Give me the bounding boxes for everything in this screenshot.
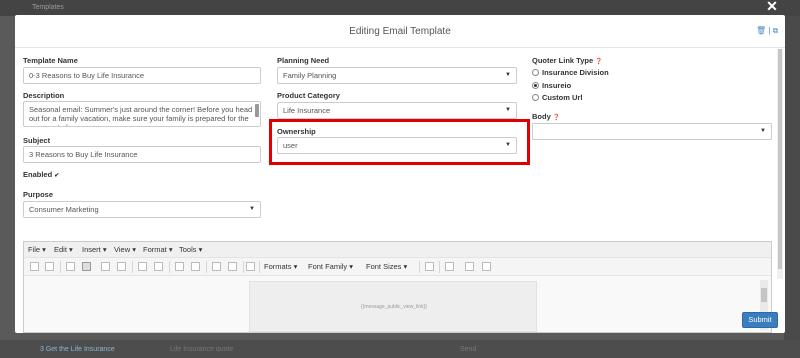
toolbar-separator: [169, 261, 170, 273]
radio-insureio[interactable]: Insureio: [532, 81, 571, 90]
font-sizes-dropdown[interactable]: Font Sizes ▾: [366, 262, 407, 271]
body-label-text: Body: [532, 112, 551, 121]
body-select[interactable]: ▼: [532, 123, 772, 140]
bold-icon[interactable]: [66, 262, 75, 271]
editor-content-area[interactable]: {{message_public_view_link}}: [249, 281, 537, 332]
subject-input[interactable]: 3 Reasons to Buy Life Insurance: [23, 146, 261, 163]
background-list-text: Life Insurance quote: [170, 346, 234, 353]
template-name-label: Template Name: [23, 56, 78, 65]
menu-insert[interactable]: Insert ▾: [82, 245, 107, 254]
code-icon[interactable]: [482, 262, 491, 271]
template-name-input[interactable]: 0-3 Reasons to Buy Life Insurance: [23, 67, 261, 84]
planning-need-label: Planning Need: [277, 56, 330, 65]
purpose-label: Purpose: [23, 190, 54, 199]
planning-need-select[interactable]: Family Planning ▼: [277, 67, 517, 84]
align-right-icon[interactable]: [138, 262, 147, 271]
modal-header: Editing Email Template 🗑 | ⧉: [15, 15, 785, 48]
toolbar-separator: [439, 261, 440, 273]
product-category-label: Product Category: [277, 91, 340, 100]
align-center-icon[interactable]: [117, 262, 126, 271]
quoter-link-type-text: Quoter Link Type: [532, 56, 594, 65]
text-color-icon[interactable]: [425, 262, 434, 271]
help-icon[interactable]: ❓: [595, 59, 602, 65]
radio-icon: [532, 69, 539, 76]
toolbar-separator: [206, 261, 207, 273]
link-icon[interactable]: [246, 262, 255, 271]
align-left-icon[interactable]: [101, 262, 110, 271]
table-icon[interactable]: [465, 262, 474, 271]
toolbar-separator: [419, 261, 420, 273]
purpose-select[interactable]: Consumer Marketing ▼: [23, 201, 261, 218]
image-icon[interactable]: [445, 262, 454, 271]
modal-scrollbar-thumb[interactable]: [778, 49, 782, 269]
background-right-panel: [784, 16, 800, 340]
radio-icon: [532, 94, 539, 101]
radio-insurance-division[interactable]: Insurance Division: [532, 68, 609, 77]
editor-menubar: File ▾ Edit ▾ Insert ▾ View ▾ Format ▾ T…: [24, 242, 771, 258]
caret-down-icon: ▼: [505, 107, 511, 113]
radio-custom-url[interactable]: Custom Url: [532, 93, 582, 102]
description-text: Seasonal email: Summer's just around the…: [29, 105, 253, 126]
close-icon[interactable]: ✕: [762, 0, 782, 14]
menu-file[interactable]: File ▾: [28, 245, 46, 254]
toolbar-separator: [60, 261, 61, 273]
outdent-icon[interactable]: [212, 262, 221, 271]
caret-down-icon: ▼: [249, 206, 255, 212]
product-category-select[interactable]: Life Insurance ▼: [277, 102, 517, 119]
editor-body[interactable]: {{message_public_view_link}}: [24, 276, 771, 332]
modal-title: Editing Email Template: [349, 26, 451, 37]
radio-label: Custom Url: [542, 93, 583, 102]
redo-icon[interactable]: [45, 262, 54, 271]
help-icon[interactable]: ❓: [553, 115, 560, 121]
radio-label: Insurance Division: [542, 68, 609, 77]
enabled-checkbox[interactable]: ✔: [54, 173, 59, 179]
planning-need-value: Family Planning: [283, 71, 337, 80]
font-family-dropdown[interactable]: Font Family ▾: [308, 262, 353, 271]
menu-format[interactable]: Format ▾: [143, 245, 173, 254]
background-list-link: 3 Get the Life Insurance: [40, 346, 115, 353]
background-topbar: Templates: [0, 0, 800, 16]
description-label: Description: [23, 91, 65, 100]
undo-icon[interactable]: [30, 262, 39, 271]
subject-label: Subject: [23, 136, 51, 145]
menu-tools[interactable]: Tools ▾: [179, 245, 202, 254]
purpose-value: Consumer Marketing: [29, 205, 99, 214]
radio-label: Insureio: [542, 81, 572, 90]
product-category-value: Life Insurance: [283, 106, 331, 115]
body-label: Body ❓: [532, 112, 560, 121]
menu-view[interactable]: View ▾: [114, 245, 136, 254]
description-scrollbar[interactable]: [255, 104, 259, 117]
toolbar-separator: [132, 261, 133, 273]
enabled-label: Enabled: [23, 170, 53, 179]
description-textarea[interactable]: Seasonal email: Summer's just around the…: [23, 101, 261, 127]
background-list-text-2: Send: [460, 346, 477, 353]
radio-selected-icon: [532, 82, 539, 89]
ownership-highlight-box: [269, 119, 530, 165]
enabled-row: Enabled ✔: [23, 170, 59, 179]
caret-down-icon: ▼: [760, 128, 766, 134]
editor-placeholder-text: {{message_public_view_link}}: [361, 304, 427, 310]
background-list: 3 Get the Life Insurance Life Insurance …: [0, 340, 800, 358]
modal-scrollbar[interactable]: [777, 49, 783, 279]
toolbar-separator: [243, 261, 244, 273]
toolbar-separator: [259, 261, 260, 273]
rich-text-editor: File ▾ Edit ▾ Insert ▾ View ▾ Format ▾ T…: [23, 241, 772, 333]
bullet-list-icon[interactable]: [175, 262, 184, 271]
menu-edit[interactable]: Edit ▾: [54, 245, 73, 254]
align-justify-icon[interactable]: [154, 262, 163, 271]
editor-toolbar: Formats ▾ Font Family ▾ Font Sizes ▾: [24, 258, 771, 276]
edit-email-template-modal: Editing Email Template 🗑 | ⧉ Template Na…: [15, 15, 785, 333]
background-topbar-title: Templates: [32, 4, 64, 11]
indent-icon[interactable]: [228, 262, 237, 271]
submit-button[interactable]: Submit: [742, 312, 778, 328]
caret-down-icon: ▼: [505, 72, 511, 78]
quoter-link-type-label: Quoter Link Type ❓: [532, 56, 603, 65]
delete-copy-icons[interactable]: 🗑 | ⧉: [756, 26, 778, 36]
italic-icon[interactable]: [82, 262, 91, 271]
formats-dropdown[interactable]: Formats ▾: [264, 262, 297, 271]
editor-scrollbar-thumb[interactable]: [761, 288, 767, 302]
numbered-list-icon[interactable]: [191, 262, 200, 271]
